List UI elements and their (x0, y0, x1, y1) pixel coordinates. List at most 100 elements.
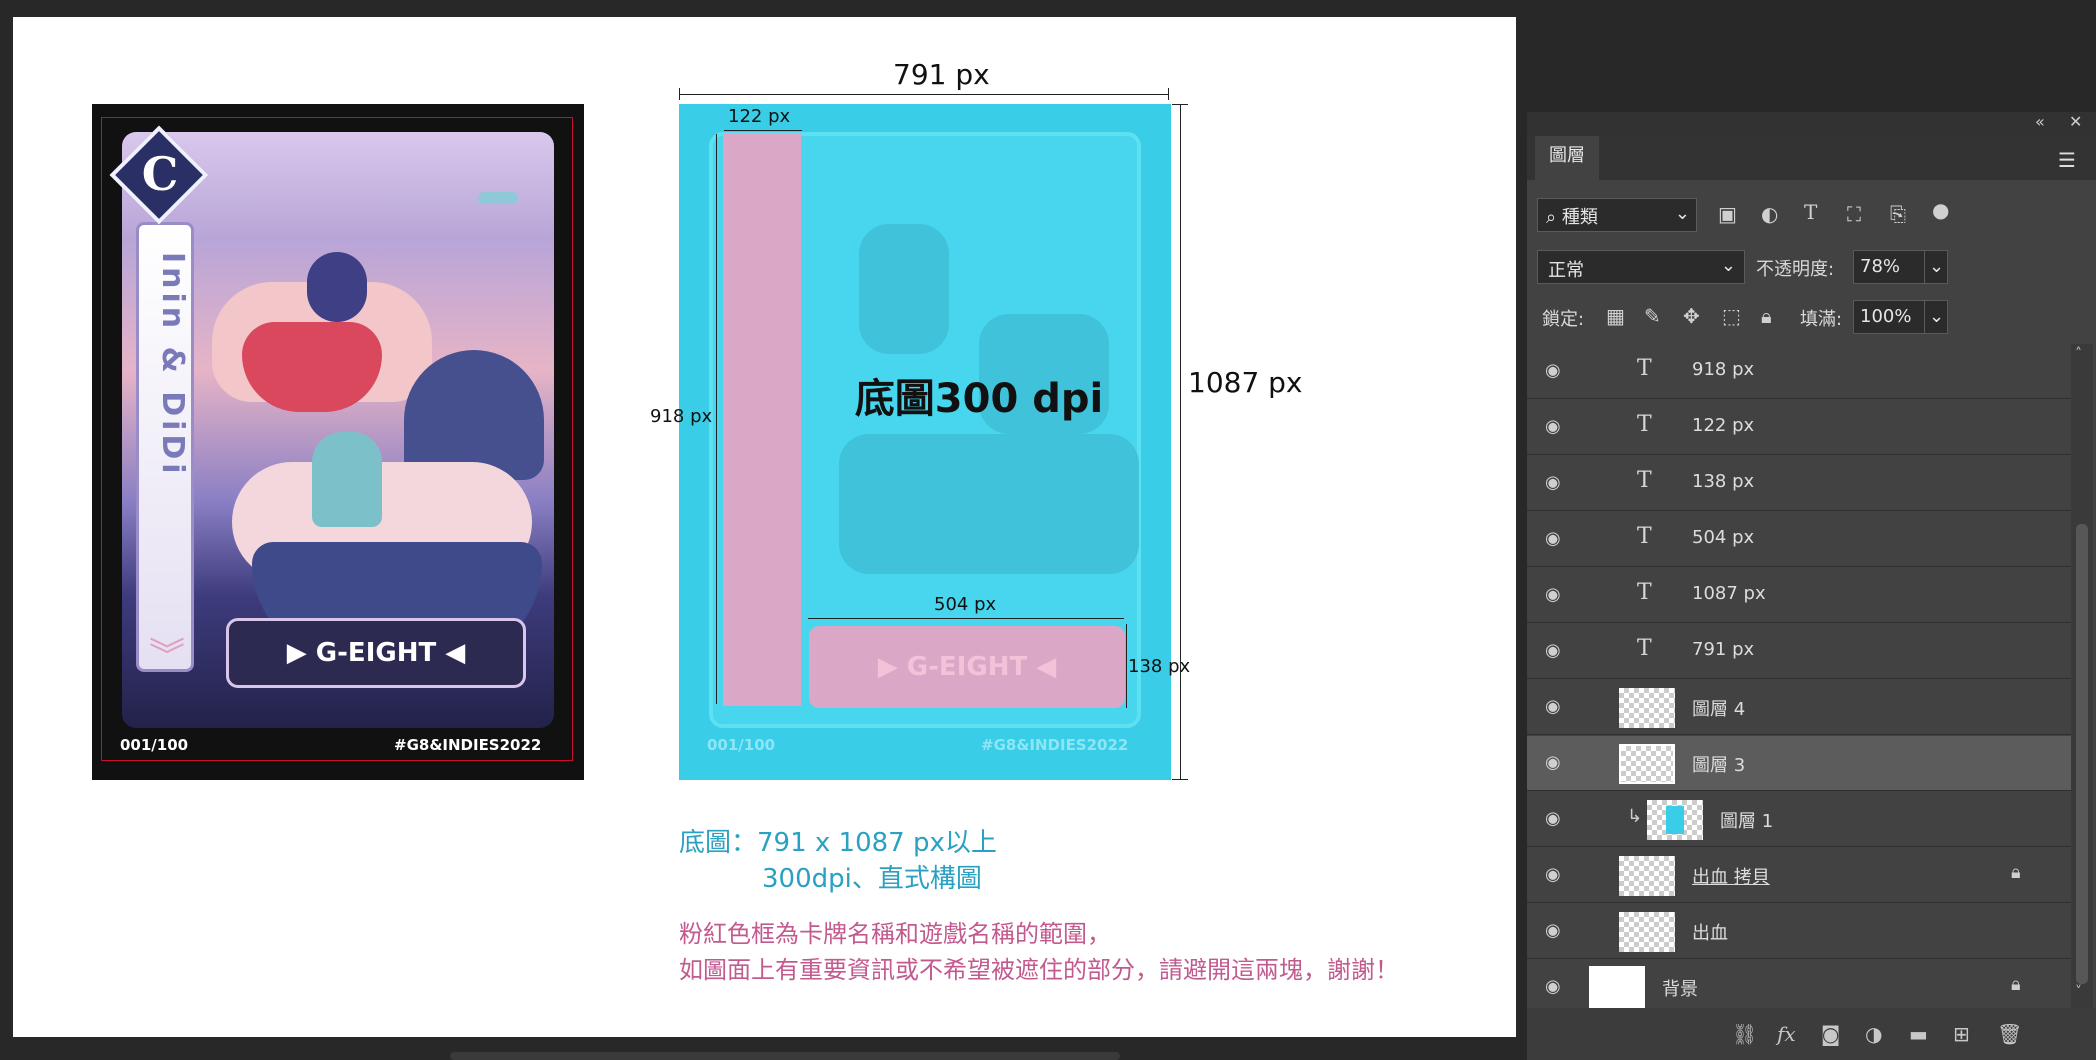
lock-all-icon[interactable]: 🔒︎ (1761, 304, 1772, 328)
scroll-down-icon[interactable]: ˅ (2075, 984, 2082, 1000)
scroll-up-icon[interactable]: ˄ (2075, 346, 2082, 362)
lock-paint-icon[interactable]: ✎ (1644, 304, 1661, 328)
creature-figure (312, 432, 382, 527)
layer-thumbnail (1647, 800, 1703, 840)
note-dpi-line: 300dpi、直式構圖 (762, 864, 982, 894)
visibility-eye-icon[interactable]: ◉ (1545, 808, 1567, 830)
template-serial: 001/100 (707, 736, 776, 754)
visibility-eye-icon[interactable]: ◉ (1545, 416, 1567, 438)
text-layer-icon: T (1637, 412, 1652, 437)
dim-line-width (679, 94, 1169, 95)
card-serial: 001/100 (120, 736, 189, 754)
visibility-eye-icon[interactable]: ◉ (1545, 696, 1567, 718)
note-size-line: 底圖：791 x 1087 px以上 (679, 828, 997, 858)
ghost-island (839, 434, 1139, 574)
layer-row[interactable]: ◉ T 122 px (1527, 400, 2071, 455)
visibility-eye-icon[interactable]: ◉ (1545, 472, 1567, 494)
text-layer-icon: T (1637, 580, 1652, 605)
close-icon[interactable]: ✕ (2069, 112, 2082, 131)
layer-row[interactable]: ◉ 圖層 4 (1527, 680, 2071, 735)
filter-toggle-icon[interactable]: ● (1932, 198, 1949, 222)
opacity-input[interactable]: 78% (1853, 250, 1925, 284)
visibility-eye-icon[interactable]: ◉ (1545, 360, 1567, 382)
rarity-letter: C (141, 147, 179, 201)
template-card: ▶ G-EIGHT ◀ 底圖300 dpi 001/100 #G8&INDIES… (679, 104, 1171, 780)
layer-row[interactable]: ◉ T 918 px (1527, 344, 2071, 399)
search-icon: ⌕ (1546, 207, 1557, 228)
layer-thumbnail (1619, 912, 1675, 952)
opacity-slider-toggle[interactable]: ⌄ (1924, 250, 1948, 284)
layers-scrollbar[interactable]: ˄ ˅ (2071, 344, 2093, 1008)
new-group-icon[interactable]: ▬ (1909, 1022, 1928, 1046)
layer-row[interactable]: ◉ ↳ 圖層 1 (1527, 792, 2071, 847)
horizontal-scrollbar[interactable] (450, 1052, 1120, 1060)
heart-shape (242, 322, 382, 412)
lock-transparency-icon[interactable]: ▦ (1606, 304, 1625, 328)
layer-name: 出血 拷貝 (1692, 867, 1770, 888)
layer-row-selected[interactable]: ◉ 圖層 3 (1527, 736, 2071, 791)
visibility-eye-icon[interactable]: ◉ (1545, 752, 1567, 774)
fill-label: 填滿: (1800, 309, 1843, 330)
delete-layer-icon[interactable]: 🗑︎ (1997, 1022, 2022, 1046)
text-layer-icon: T (1637, 636, 1652, 661)
card-artwork: Inin & DiDi ︾ C ▶ G-EIGHT ◀ 001/100 #G8&… (92, 104, 584, 780)
dim-label-height: 1087 px (1188, 366, 1303, 399)
visibility-eye-icon[interactable]: ◉ (1545, 640, 1567, 662)
dim-tick (1172, 779, 1188, 780)
visibility-eye-icon[interactable]: ◉ (1545, 920, 1567, 942)
lock-move-icon[interactable]: ✥ (1683, 304, 1700, 328)
dim-line-leftbar-height (716, 134, 717, 704)
add-mask-icon[interactable]: ◙ (1821, 1022, 1840, 1046)
layer-thumbnail (1619, 744, 1675, 784)
text-filter-icon[interactable]: T (1804, 200, 1817, 224)
note-pink-line2: 如圖面上有重要資訊或不希望被遮住的部分，請避開這兩塊，謝謝！ (679, 956, 1399, 984)
fx-icon[interactable]: fx (1777, 1022, 1796, 1046)
layer-name: 背景 (1662, 979, 1698, 1000)
smartobject-filter-icon[interactable]: ⎘ (1890, 202, 1906, 226)
layer-row[interactable]: ◉ 出血 拷貝 🔒︎ (1527, 848, 2071, 903)
layer-row[interactable]: ◉ T 138 px (1527, 456, 2071, 511)
visibility-eye-icon[interactable]: ◉ (1545, 864, 1567, 886)
visibility-eye-icon[interactable]: ◉ (1545, 976, 1567, 998)
pink-box-text: ▶ G-EIGHT ◀ (877, 652, 1057, 682)
fill-input[interactable]: 100% (1853, 300, 1925, 334)
layer-row[interactable]: ◉ 背景 🔒︎ (1527, 960, 2071, 1008)
layer-row[interactable]: ◉ T 791 px (1527, 624, 2071, 679)
bird-figure (307, 252, 367, 322)
planet-shape (404, 350, 544, 480)
image-filter-icon[interactable]: ▣ (1718, 202, 1737, 226)
filter-kind-select[interactable]: ⌕ 種類 ⌄ (1537, 198, 1697, 232)
layer-name: 504 px (1692, 527, 1755, 548)
adjustment-layer-icon[interactable]: ◑ (1865, 1022, 1882, 1046)
visibility-eye-icon[interactable]: ◉ (1545, 584, 1567, 606)
visibility-eye-icon[interactable]: ◉ (1545, 528, 1567, 550)
layer-thumbnail (1619, 856, 1675, 896)
fill-slider-toggle[interactable]: ⌄ (1924, 300, 1948, 334)
dim-tick (1168, 88, 1169, 100)
new-layer-icon[interactable]: ⊞ (1953, 1022, 1970, 1046)
blend-mode-select[interactable]: 正常 ⌄ (1537, 250, 1745, 284)
dim-label-bottombox-height: 138 px (1128, 656, 1191, 677)
tab-layers[interactable]: 圖層 (1535, 136, 1599, 180)
collapse-icon[interactable]: « (2035, 112, 2045, 131)
adjustment-filter-icon[interactable]: ◐ (1761, 202, 1778, 226)
layer-row[interactable]: ◉ 出血 (1527, 904, 2071, 959)
card-side-title: Inin & DiDi (155, 252, 190, 478)
card-name-box: ▶ G-EIGHT ◀ (226, 618, 526, 688)
shape-filter-icon[interactable]: ⛶ (1847, 202, 1861, 226)
template-center-label: 底圖300 dpi (854, 376, 1104, 422)
layer-name: 138 px (1692, 471, 1755, 492)
dim-tick (679, 88, 680, 100)
lock-icon: 🔒︎ (2011, 974, 2021, 995)
chevron-down-icon: ⌄ (1720, 255, 1736, 276)
layer-name: 圖層 1 (1720, 811, 1774, 832)
layer-row[interactable]: ◉ T 504 px (1527, 512, 2071, 567)
ufo-icon (478, 192, 518, 204)
panel-menu-icon[interactable]: ☰ (2058, 148, 2076, 172)
layer-row[interactable]: ◉ T 1087 px (1527, 568, 2071, 623)
layer-name: 1087 px (1692, 583, 1766, 604)
dim-line-height (1180, 104, 1181, 780)
lock-artboard-icon[interactable]: ⬚ (1722, 304, 1741, 328)
scroll-thumb[interactable] (2076, 524, 2088, 984)
link-layers-icon[interactable]: ⛓ (1732, 1022, 1757, 1046)
